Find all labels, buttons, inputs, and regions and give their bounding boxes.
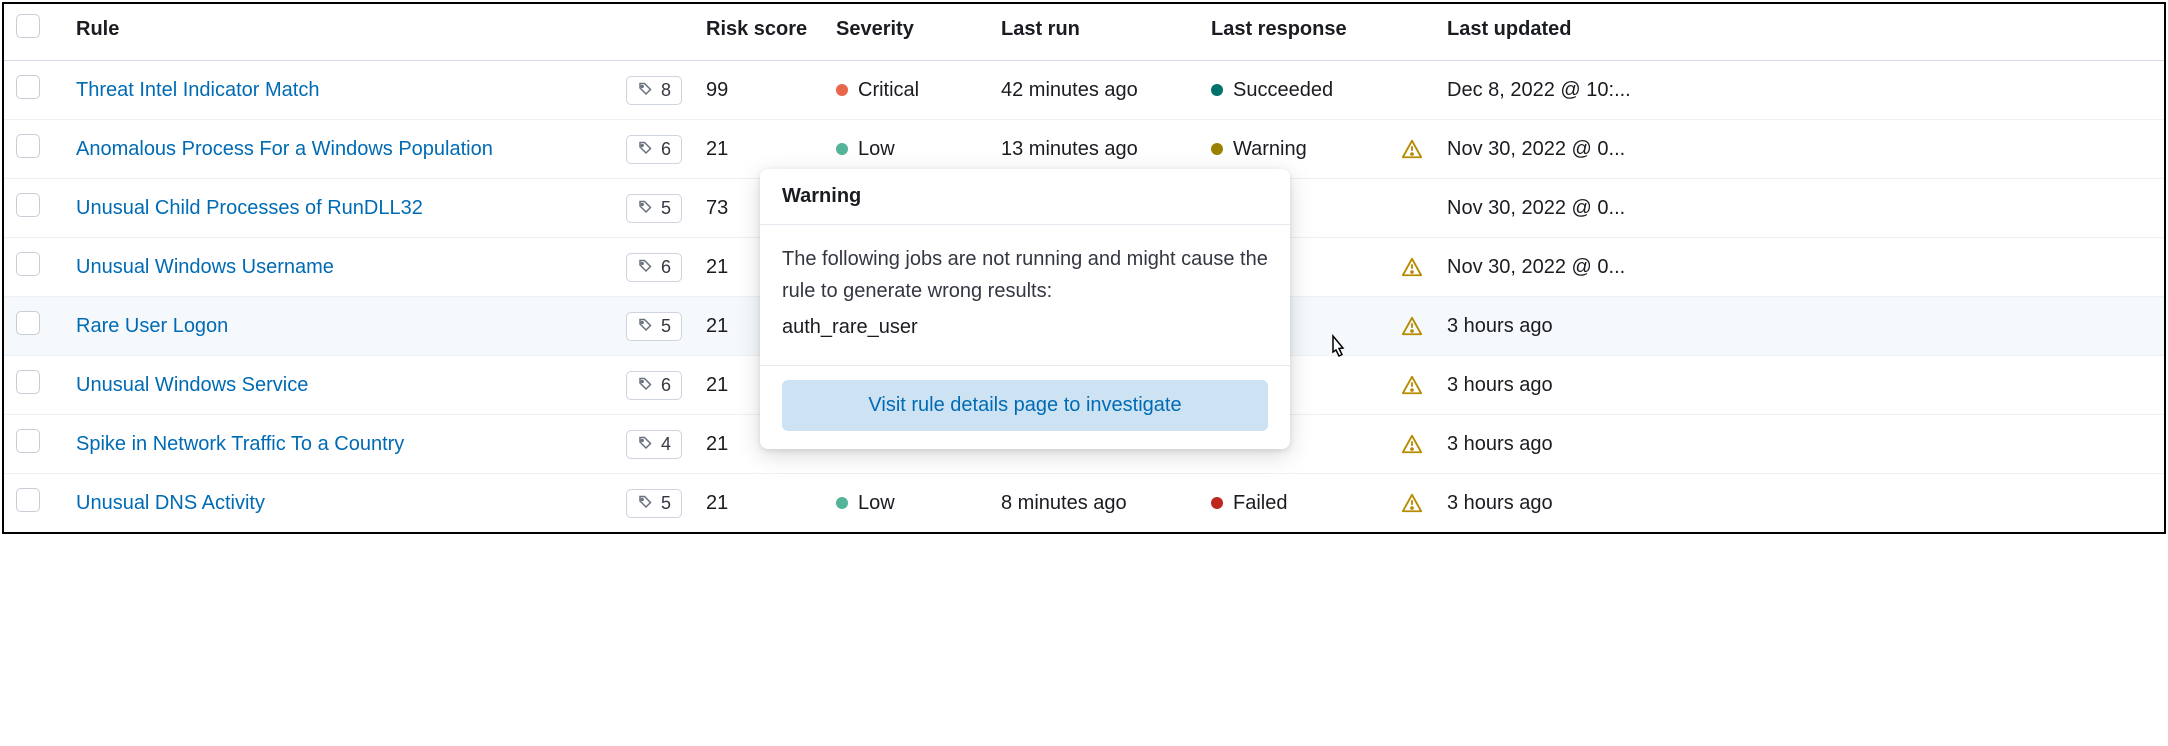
popover-title: Warning (760, 169, 1290, 225)
tag-icon (637, 374, 655, 397)
response-dot-icon (1211, 84, 1223, 96)
tag-icon (637, 197, 655, 220)
rule-name-link[interactable]: Spike in Network Traffic To a Country (76, 433, 404, 455)
risk-score: 21 (706, 492, 728, 514)
rule-name-link[interactable]: Anomalous Process For a Windows Populati… (76, 138, 493, 160)
severity-label: Low (858, 138, 895, 160)
last-updated: Nov 30, 2022 @ 0... (1447, 197, 1625, 219)
risk-score: 21 (706, 256, 728, 278)
warning-icon[interactable] (1401, 492, 1423, 514)
col-severity[interactable]: Severity (824, 4, 989, 61)
col-last-updated[interactable]: Last updated (1435, 4, 2164, 61)
last-updated: 3 hours ago (1447, 433, 1553, 455)
warning-icon[interactable] (1401, 433, 1423, 455)
investigate-button[interactable]: Visit rule details page to investigate (782, 380, 1268, 431)
tags-count: 6 (661, 139, 671, 160)
severity-label: Critical (858, 79, 919, 101)
rule-name-link[interactable]: Rare User Logon (76, 315, 228, 337)
tags-count: 5 (661, 493, 671, 514)
risk-score: 99 (706, 79, 728, 101)
tags-count: 5 (661, 316, 671, 337)
row-checkbox[interactable] (16, 370, 40, 394)
row-checkbox[interactable] (16, 311, 40, 335)
rule-name-link[interactable]: Unusual DNS Activity (76, 492, 265, 514)
tag-icon (637, 492, 655, 515)
tags-badge[interactable]: 5 (626, 194, 682, 223)
risk-score: 21 (706, 433, 728, 455)
warning-icon[interactable] (1401, 256, 1423, 278)
last-updated: Nov 30, 2022 @ 0... (1447, 256, 1625, 278)
tags-badge[interactable]: 5 (626, 312, 682, 341)
last-updated: 3 hours ago (1447, 492, 1553, 514)
tags-count: 8 (661, 80, 671, 101)
severity-label: Low (858, 492, 895, 514)
tag-icon (637, 256, 655, 279)
severity-dot-icon (836, 84, 848, 96)
select-all-checkbox[interactable] (16, 14, 40, 38)
row-checkbox[interactable] (16, 134, 40, 158)
col-last-run[interactable]: Last run (989, 4, 1199, 61)
tags-badge[interactable]: 6 (626, 371, 682, 400)
risk-score: 21 (706, 138, 728, 160)
response-dot-icon (1211, 143, 1223, 155)
row-checkbox[interactable] (16, 75, 40, 99)
last-run: 13 minutes ago (1001, 138, 1138, 160)
rule-name-link[interactable]: Threat Intel Indicator Match (76, 79, 319, 101)
tags-count: 4 (661, 434, 671, 455)
tags-badge[interactable]: 5 (626, 489, 682, 518)
last-run: 42 minutes ago (1001, 79, 1138, 101)
tag-icon (637, 79, 655, 102)
risk-score: 73 (706, 197, 728, 219)
tags-count: 6 (661, 375, 671, 396)
tags-badge[interactable]: 6 (626, 135, 682, 164)
warning-icon[interactable] (1401, 315, 1423, 337)
last-updated: Nov 30, 2022 @ 0... (1447, 138, 1625, 160)
tags-count: 6 (661, 257, 671, 278)
popover-message: The following jobs are not running and m… (782, 243, 1268, 307)
col-rule[interactable]: Rule (64, 4, 694, 61)
tags-badge[interactable]: 4 (626, 430, 682, 459)
response-dot-icon (1211, 497, 1223, 509)
rule-name-link[interactable]: Unusual Child Processes of RunDLL32 (76, 197, 423, 219)
last-updated: Dec 8, 2022 @ 10:... (1447, 79, 1631, 101)
rule-name-link[interactable]: Unusual Windows Service (76, 374, 308, 396)
tag-icon (637, 315, 655, 338)
last-run: 8 minutes ago (1001, 492, 1127, 514)
risk-score: 21 (706, 315, 728, 337)
popover-job: auth_rare_user (782, 311, 1268, 343)
tag-icon (637, 138, 655, 161)
row-checkbox[interactable] (16, 193, 40, 217)
response-label: Warning (1233, 138, 1307, 160)
warning-popover: Warning The following jobs are not runni… (760, 169, 1290, 449)
warning-icon[interactable] (1401, 374, 1423, 396)
col-last-response[interactable]: Last response (1199, 4, 1389, 61)
tags-badge[interactable]: 8 (626, 76, 682, 105)
tag-icon (637, 433, 655, 456)
col-risk[interactable]: Risk score (694, 4, 824, 61)
table-row: Threat Intel Indicator Match 8 99 Critical 4… (4, 61, 2164, 120)
severity-dot-icon (836, 143, 848, 155)
last-updated: 3 hours ago (1447, 315, 1553, 337)
warning-icon[interactable] (1401, 138, 1423, 160)
row-checkbox[interactable] (16, 488, 40, 512)
severity-dot-icon (836, 497, 848, 509)
rule-name-link[interactable]: Unusual Windows Username (76, 256, 334, 278)
last-updated: 3 hours ago (1447, 374, 1553, 396)
row-checkbox[interactable] (16, 429, 40, 453)
row-checkbox[interactable] (16, 252, 40, 276)
risk-score: 21 (706, 374, 728, 396)
tags-badge[interactable]: 6 (626, 253, 682, 282)
tags-count: 5 (661, 198, 671, 219)
pointer-cursor-icon (1326, 334, 1350, 368)
response-label: Succeeded (1233, 79, 1333, 101)
response-label: Failed (1233, 492, 1287, 514)
table-row: Unusual DNS Activity 5 21 Low 8 minutes ago F… (4, 474, 2164, 533)
